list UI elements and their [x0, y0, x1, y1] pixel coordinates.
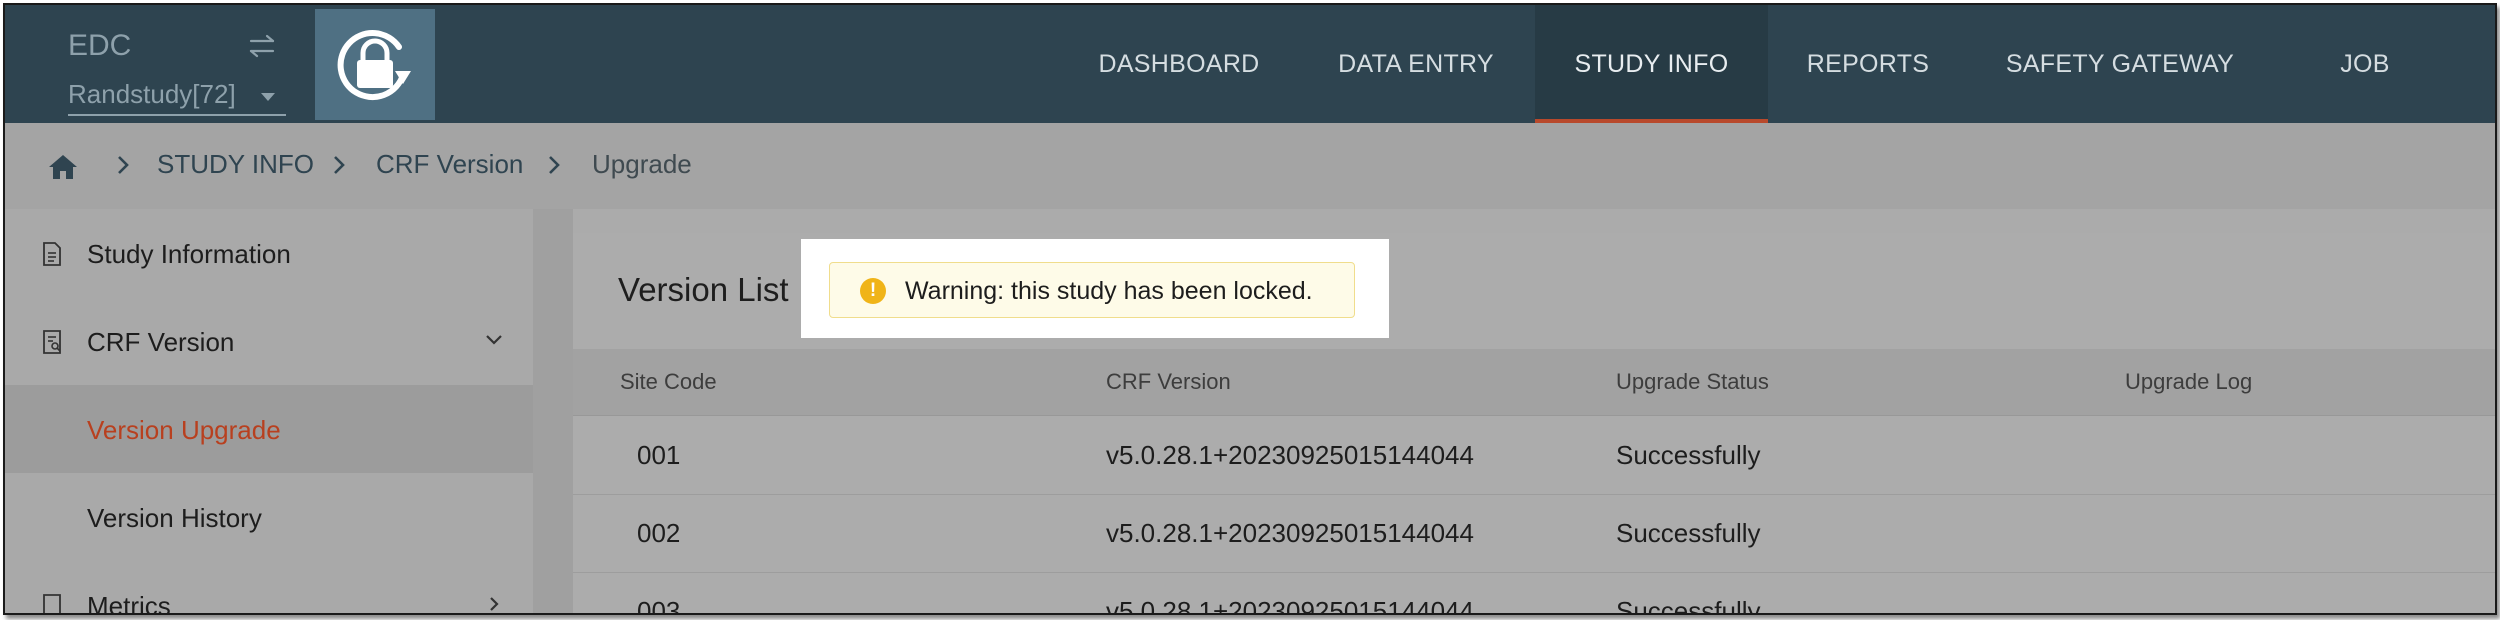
breadcrumb: STUDY INFO CRF Version Upgrade — [5, 123, 2495, 209]
breadcrumb-crf-version[interactable]: CRF Version — [376, 149, 523, 180]
chevron-down-icon[interactable] — [261, 93, 275, 101]
sidebar: Study Information CRF Version Version Up… — [5, 209, 533, 613]
column-header-upgrade-status[interactable]: Upgrade Status — [1616, 369, 1769, 395]
page-title: Version List — [618, 271, 789, 308]
sidebar-item-version-upgrade[interactable]: Version Upgrade — [5, 385, 533, 473]
column-header-upgrade-log[interactable]: Upgrade Log — [2125, 369, 2252, 395]
chevron-right-icon[interactable] — [483, 597, 505, 611]
lock-refresh-icon — [337, 30, 411, 101]
cell-site-code: 002 — [637, 518, 681, 548]
cell-crf-version: v5.0.28.1+20230925015144044 — [1106, 440, 1474, 470]
chevron-right-icon — [334, 156, 345, 174]
locked-warning-alert: ! Warning: this study has been locked. — [829, 262, 1355, 318]
study-lock-button[interactable] — [315, 9, 435, 120]
sidebar-divider — [533, 209, 573, 613]
table-row[interactable]: 003 v5.0.28.1+20230925015144044 Successf… — [573, 572, 2495, 615]
sidebar-item-label: Metrics — [87, 591, 171, 615]
nav-job[interactable]: JOB — [2295, 5, 2435, 123]
chevron-right-icon — [549, 156, 560, 174]
cell-upgrade-status: Successfully — [1616, 440, 1761, 470]
column-header-site-code[interactable]: Site Code — [620, 369, 717, 395]
column-header-crf-version[interactable]: CRF Version — [1106, 369, 1231, 395]
cell-site-code: 001 — [637, 440, 681, 470]
breadcrumb-upgrade: Upgrade — [592, 149, 692, 179]
cell-upgrade-status: Successfully — [1616, 596, 1761, 615]
sidebar-item-metrics[interactable]: Metrics — [5, 561, 533, 615]
sidebar-item-label: CRF Version — [87, 327, 235, 357]
document-icon — [43, 242, 61, 266]
nav-reports[interactable]: REPORTS — [1775, 5, 1961, 123]
form-icon — [43, 330, 61, 354]
metrics-icon — [43, 594, 61, 613]
switch-arrows-icon[interactable] — [247, 33, 277, 59]
sidebar-item-label: Study Information — [87, 239, 291, 269]
cell-upgrade-status: Successfully — [1616, 518, 1761, 548]
nav-data-entry[interactable]: DATA ENTRY — [1298, 5, 1534, 123]
nav-dashboard[interactable]: DASHBOARD — [1067, 5, 1291, 123]
warning-message: Warning: this study has been locked. — [905, 277, 1313, 305]
cell-crf-version: v5.0.28.1+20230925015144044 — [1106, 518, 1474, 548]
sidebar-item-crf-version[interactable]: CRF Version — [5, 297, 533, 385]
app-brand: EDC — [68, 29, 132, 62]
top-navigation-bar: EDC Randstudy[72] DASHBOARD DATA ENTRY S… — [5, 5, 2495, 123]
sidebar-item-label: Version History — [87, 503, 262, 533]
cell-site-code: 003 — [637, 596, 681, 615]
sidebar-item-label: Version Upgrade — [87, 415, 281, 445]
home-icon[interactable] — [47, 153, 79, 181]
cell-crf-version: v5.0.28.1+20230925015144044 — [1106, 596, 1474, 615]
chevron-down-icon[interactable] — [483, 333, 505, 347]
nav-safety-gateway[interactable]: SAFETY GATEWAY — [1965, 5, 2275, 123]
breadcrumb-study-info[interactable]: STUDY INFO — [157, 149, 314, 180]
nav-study-info[interactable]: STUDY INFO — [1535, 5, 1768, 123]
project-selector[interactable]: Randstudy[72] — [68, 79, 286, 116]
chevron-right-icon — [118, 156, 129, 174]
exclamation-circle-icon: ! — [860, 278, 886, 304]
table-header: Site Code CRF Version Upgrade Status Upg… — [573, 349, 2495, 416]
warning-highlight: ! Warning: this study has been locked. — [801, 239, 1389, 338]
table-row[interactable]: 001 v5.0.28.1+20230925015144044 Successf… — [573, 416, 2495, 495]
app-window: EDC Randstudy[72] DASHBOARD DATA ENTRY S… — [3, 3, 2497, 615]
sidebar-item-version-history[interactable]: Version History — [5, 473, 533, 561]
sidebar-item-study-information[interactable]: Study Information — [5, 209, 533, 297]
table-row[interactable]: 002 v5.0.28.1+20230925015144044 Successf… — [573, 494, 2495, 573]
